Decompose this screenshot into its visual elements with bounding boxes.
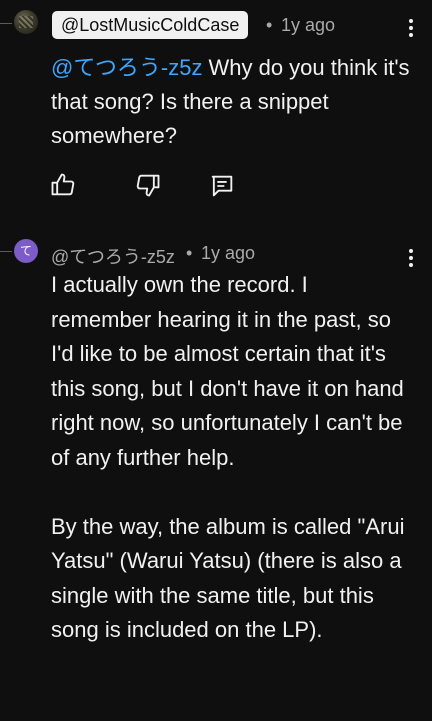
thread-line [0, 251, 12, 252]
comment-age: 1y ago [281, 15, 336, 35]
meta-separator: • [186, 243, 193, 263]
thumbs-up-icon[interactable] [49, 171, 77, 199]
more-options-icon[interactable] [401, 16, 421, 40]
comment-paragraph: By the way, the album is called "Arui Ya… [51, 513, 405, 643]
avatar[interactable]: て [14, 239, 38, 263]
reply-icon[interactable] [208, 172, 236, 200]
comment-paragraph: I actually own the record. I remember he… [51, 272, 404, 470]
thread-line [0, 23, 12, 24]
author-handle-chip[interactable]: @LostMusicColdCase [52, 11, 249, 39]
meta-separator: • [266, 15, 273, 35]
avatar[interactable] [14, 10, 38, 34]
author-handle[interactable]: @てつろう-z5z [51, 243, 175, 269]
thumbs-down-icon[interactable] [134, 171, 162, 199]
more-options-icon[interactable] [401, 246, 421, 270]
mention-link[interactable]: @てつろう-z5z [51, 55, 202, 80]
comment-text: I actually own the record. I remember he… [51, 268, 411, 648]
comment-age: 1y ago [201, 243, 256, 263]
comment-text: @てつろう-z5z Why do you think it's that song… [51, 51, 411, 153]
